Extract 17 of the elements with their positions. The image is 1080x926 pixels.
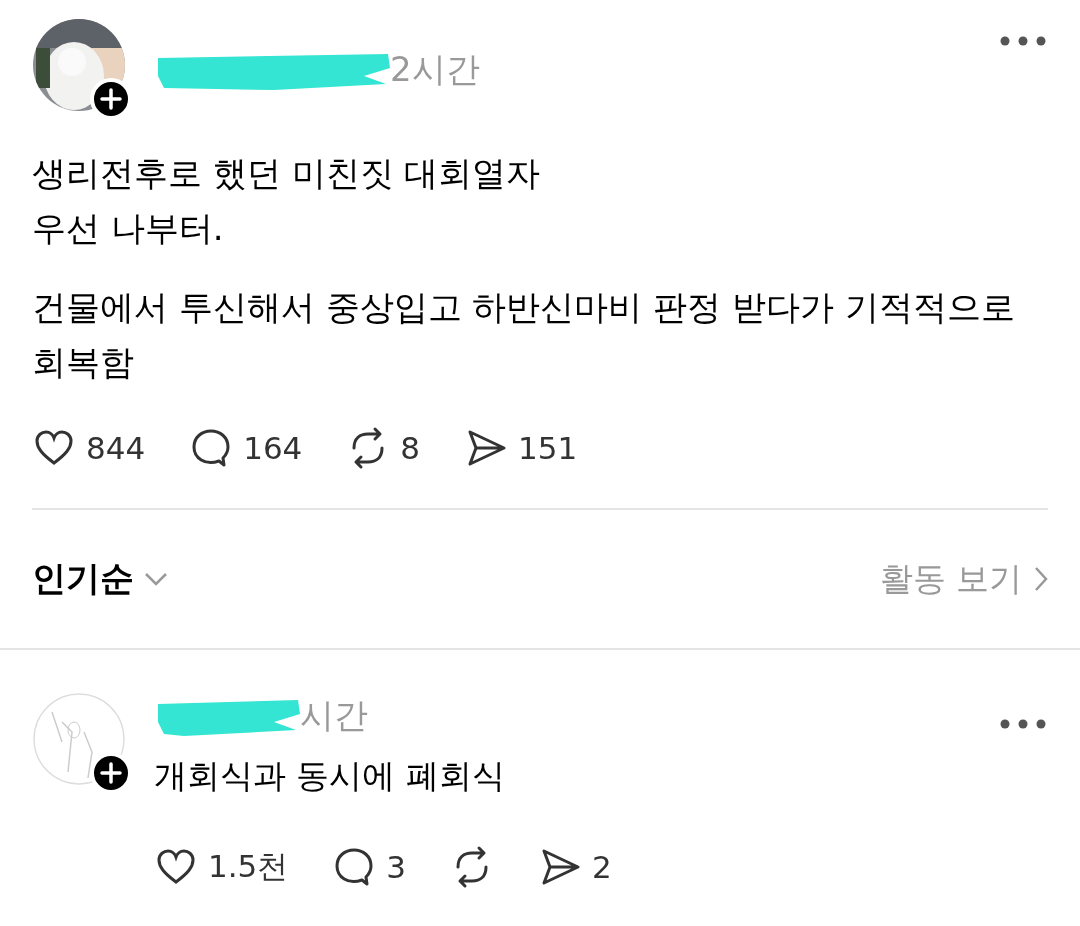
count-label: 164 xyxy=(243,430,303,466)
reply-text: 개회식과 동시에 폐회식 xyxy=(154,755,506,797)
more-icon[interactable] xyxy=(998,717,1048,731)
count-label: 3 xyxy=(386,849,407,885)
count-label: 844 xyxy=(86,430,146,466)
reply-time: 시간 xyxy=(300,694,368,737)
post-text: 생리전후로 했던 미친짓 대회열자 우선 나부터. xyxy=(32,152,542,250)
chevron-down-icon xyxy=(144,572,168,586)
count-label: 8 xyxy=(400,430,421,466)
count-label: 1.5천 xyxy=(208,847,289,886)
count-label: 151 xyxy=(518,430,578,466)
post-time: 2시간 xyxy=(390,48,480,91)
count-label: 2 xyxy=(592,849,612,885)
more-icon[interactable] xyxy=(998,34,1048,48)
sort-dropdown[interactable]: 인기순 xyxy=(32,556,168,602)
post-text: 건물에서 투신해서 중상입고 하반신마비 판정 받다가 기적적으로 회복함 xyxy=(32,286,1016,384)
chevron-right-icon xyxy=(1034,566,1048,592)
